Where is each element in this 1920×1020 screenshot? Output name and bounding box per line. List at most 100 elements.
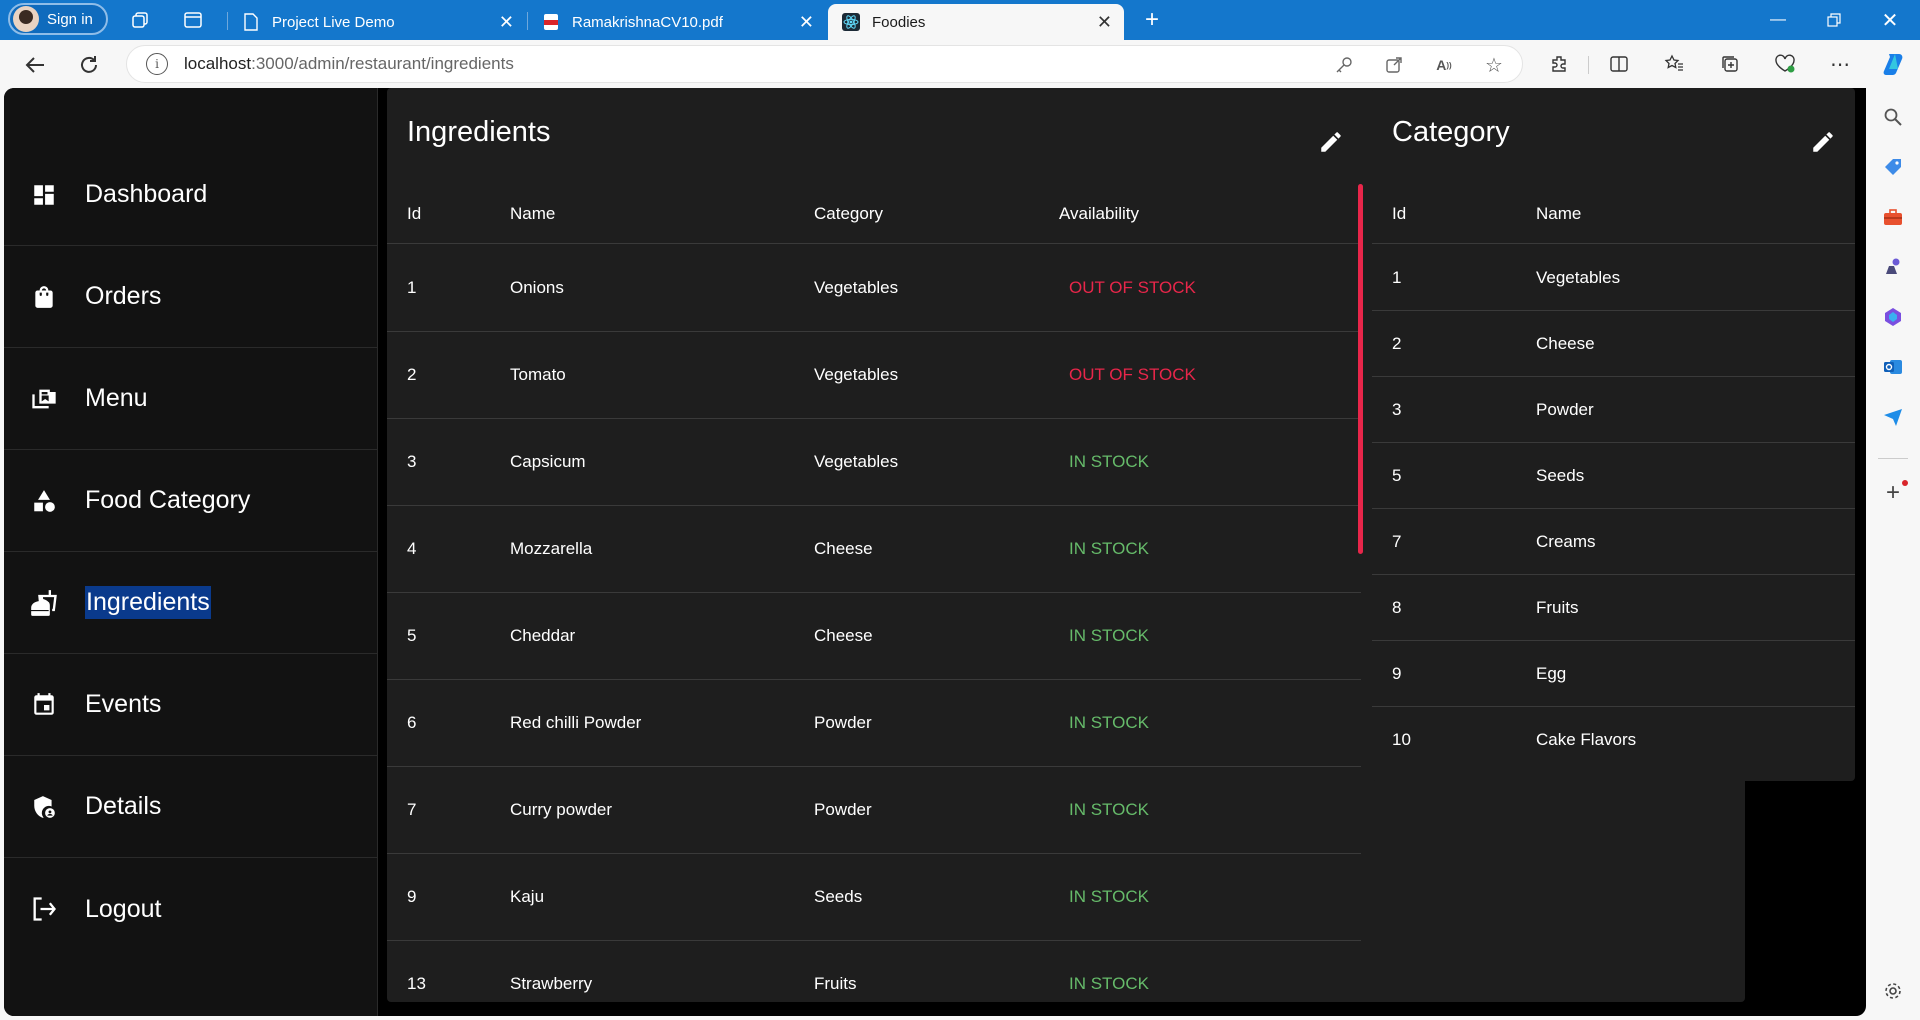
tab-project-live-demo[interactable]: Project Live Demo ✕ (228, 4, 526, 40)
cell-id: 4 (407, 539, 417, 558)
table-row[interactable]: 1 Onions Vegetables OUT OF STOCK (387, 245, 1361, 332)
sidebar-item-logout[interactable]: Logout (4, 858, 378, 960)
tab-title: Foodies (872, 13, 926, 31)
table-row[interactable]: 5 Seeds (1372, 443, 1855, 509)
workspaces-icon[interactable] (129, 8, 153, 32)
sidebar-item-label: Ingredients (85, 586, 211, 619)
table-row[interactable]: 4 Mozzarella Cheese IN STOCK (387, 506, 1361, 593)
table-row[interactable]: 7 Creams (1372, 509, 1855, 575)
shopping-tag-icon[interactable] (1880, 154, 1906, 180)
url-text: localhost:3000/admin/restaurant/ingredie… (184, 54, 514, 74)
collections-icon[interactable] (1715, 49, 1745, 79)
cell-name: Cheddar (510, 626, 576, 645)
category-table-header: Id Name (1372, 184, 1855, 244)
sidebar-item-ingredients[interactable]: Ingredients (4, 552, 378, 654)
admin-sidebar: Dashboard Orders Menu Food Category Ingr… (4, 88, 378, 1016)
availability-status[interactable]: IN STOCK (1069, 626, 1149, 646)
sidebar-item-events[interactable]: Events (4, 654, 378, 756)
availability-status[interactable]: IN STOCK (1069, 452, 1149, 472)
tab-foodies[interactable]: Foodies ✕ (828, 4, 1124, 40)
new-tab-icon[interactable]: + (1140, 6, 1164, 33)
restore-icon[interactable] (1814, 6, 1854, 34)
sidebar-item-details[interactable]: Details (4, 756, 378, 858)
more-options-icon[interactable]: ⋯ (1825, 49, 1855, 79)
cell-name: Seeds (1536, 466, 1585, 485)
minimize-icon[interactable]: — (1758, 6, 1798, 34)
pdf-icon (542, 13, 560, 31)
open-in-app-icon[interactable] (1383, 54, 1405, 76)
cell-id: 7 (407, 800, 417, 819)
send-icon[interactable] (1880, 404, 1906, 430)
favorite-star-icon[interactable]: ☆ (1483, 54, 1505, 77)
tools-briefcase-icon[interactable] (1880, 204, 1906, 230)
table-row[interactable]: 9 Egg (1372, 641, 1855, 707)
availability-status[interactable]: IN STOCK (1069, 539, 1149, 559)
scrollbar-thumb[interactable] (1358, 184, 1363, 554)
outlook-icon[interactable] (1880, 354, 1906, 380)
edit-pencil-icon[interactable] (1809, 128, 1837, 156)
availability-status[interactable]: IN STOCK (1069, 713, 1149, 733)
sidebar-item-food-category[interactable]: Food Category (4, 450, 378, 552)
sidebar-item-menu[interactable]: Menu (4, 348, 378, 450)
site-info-icon[interactable]: i (146, 53, 168, 75)
avatar (13, 6, 39, 32)
close-icon[interactable]: ✕ (1097, 13, 1112, 31)
cell-id: 13 (407, 974, 426, 993)
toolbar-separator (1588, 56, 1589, 74)
cell-id: 3 (1392, 400, 1402, 419)
availability-status[interactable]: OUT OF STOCK (1069, 365, 1196, 385)
sidebar-item-dashboard[interactable]: Dashboard (4, 144, 378, 246)
tab-actions-icon[interactable] (181, 8, 205, 32)
key-icon[interactable] (1333, 54, 1355, 76)
back-arrow-icon[interactable] (20, 50, 50, 80)
notification-dot (1902, 480, 1908, 486)
url-input[interactable]: i localhost:3000/admin/restaurant/ingred… (126, 45, 1523, 83)
url-path: :3000/admin/restaurant/ingredients (251, 54, 514, 73)
table-row[interactable]: 6 Red chilli Powder Powder IN STOCK (387, 680, 1361, 767)
search-icon[interactable] (1880, 104, 1906, 130)
cell-name: Cheese (1536, 334, 1595, 353)
split-screen-icon[interactable] (1604, 49, 1634, 79)
cell-category: Powder (814, 800, 872, 819)
refresh-icon[interactable] (74, 50, 104, 80)
sign-in-button[interactable]: Sign in (8, 3, 108, 35)
availability-status[interactable]: IN STOCK (1069, 974, 1149, 994)
copilot-icon[interactable] (1879, 49, 1909, 79)
table-row[interactable]: 2 Tomato Vegetables OUT OF STOCK (387, 332, 1361, 419)
read-aloud-icon[interactable]: A)) (1433, 54, 1455, 76)
settings-gear-icon[interactable] (1880, 978, 1906, 1004)
address-bar-row: i localhost:3000/admin/restaurant/ingred… (0, 40, 1920, 88)
tab-resume-pdf[interactable]: RamakrishnaCV10.pdf ✕ (528, 4, 826, 40)
table-row[interactable]: 2 Cheese (1372, 311, 1855, 377)
table-row[interactable]: 10 Cake Flavors (1372, 707, 1855, 773)
close-icon[interactable]: ✕ (499, 13, 514, 31)
microsoft-365-icon[interactable] (1880, 304, 1906, 330)
availability-status[interactable]: OUT OF STOCK (1069, 278, 1196, 298)
browser-essentials-icon[interactable] (1770, 49, 1800, 79)
dashboard-icon (30, 181, 58, 209)
cell-id: 10 (1392, 730, 1411, 749)
cell-name: Mozzarella (510, 539, 593, 558)
table-row[interactable]: 5 Cheddar Cheese IN STOCK (387, 593, 1361, 680)
close-icon[interactable]: ✕ (799, 13, 814, 31)
table-row[interactable]: 9 Kaju Seeds IN STOCK (387, 854, 1361, 941)
cell-id: 2 (1392, 334, 1402, 353)
table-row[interactable]: 13 Strawberry Fruits IN STOCK (387, 941, 1361, 1002)
availability-status[interactable]: IN STOCK (1069, 887, 1149, 907)
column-header-name: Name (510, 204, 556, 223)
table-row[interactable]: 1 Vegetables (1372, 245, 1855, 311)
availability-status[interactable]: IN STOCK (1069, 800, 1149, 820)
close-window-icon[interactable]: ✕ (1870, 6, 1910, 34)
edit-pencil-icon[interactable] (1317, 128, 1345, 156)
table-row[interactable]: 8 Fruits (1372, 575, 1855, 641)
table-row[interactable]: 3 Capsicum Vegetables IN STOCK (387, 419, 1361, 506)
url-host: localhost (184, 54, 252, 73)
extensions-icon[interactable] (1544, 49, 1574, 79)
cell-id: 2 (407, 365, 417, 384)
games-icon[interactable] (1880, 254, 1906, 280)
browser-sidebar: + (1866, 88, 1920, 1020)
favorites-icon[interactable] (1659, 49, 1689, 79)
table-row[interactable]: 3 Powder (1372, 377, 1855, 443)
table-row[interactable]: 7 Curry powder Powder IN STOCK (387, 767, 1361, 854)
sidebar-item-orders[interactable]: Orders (4, 246, 378, 348)
